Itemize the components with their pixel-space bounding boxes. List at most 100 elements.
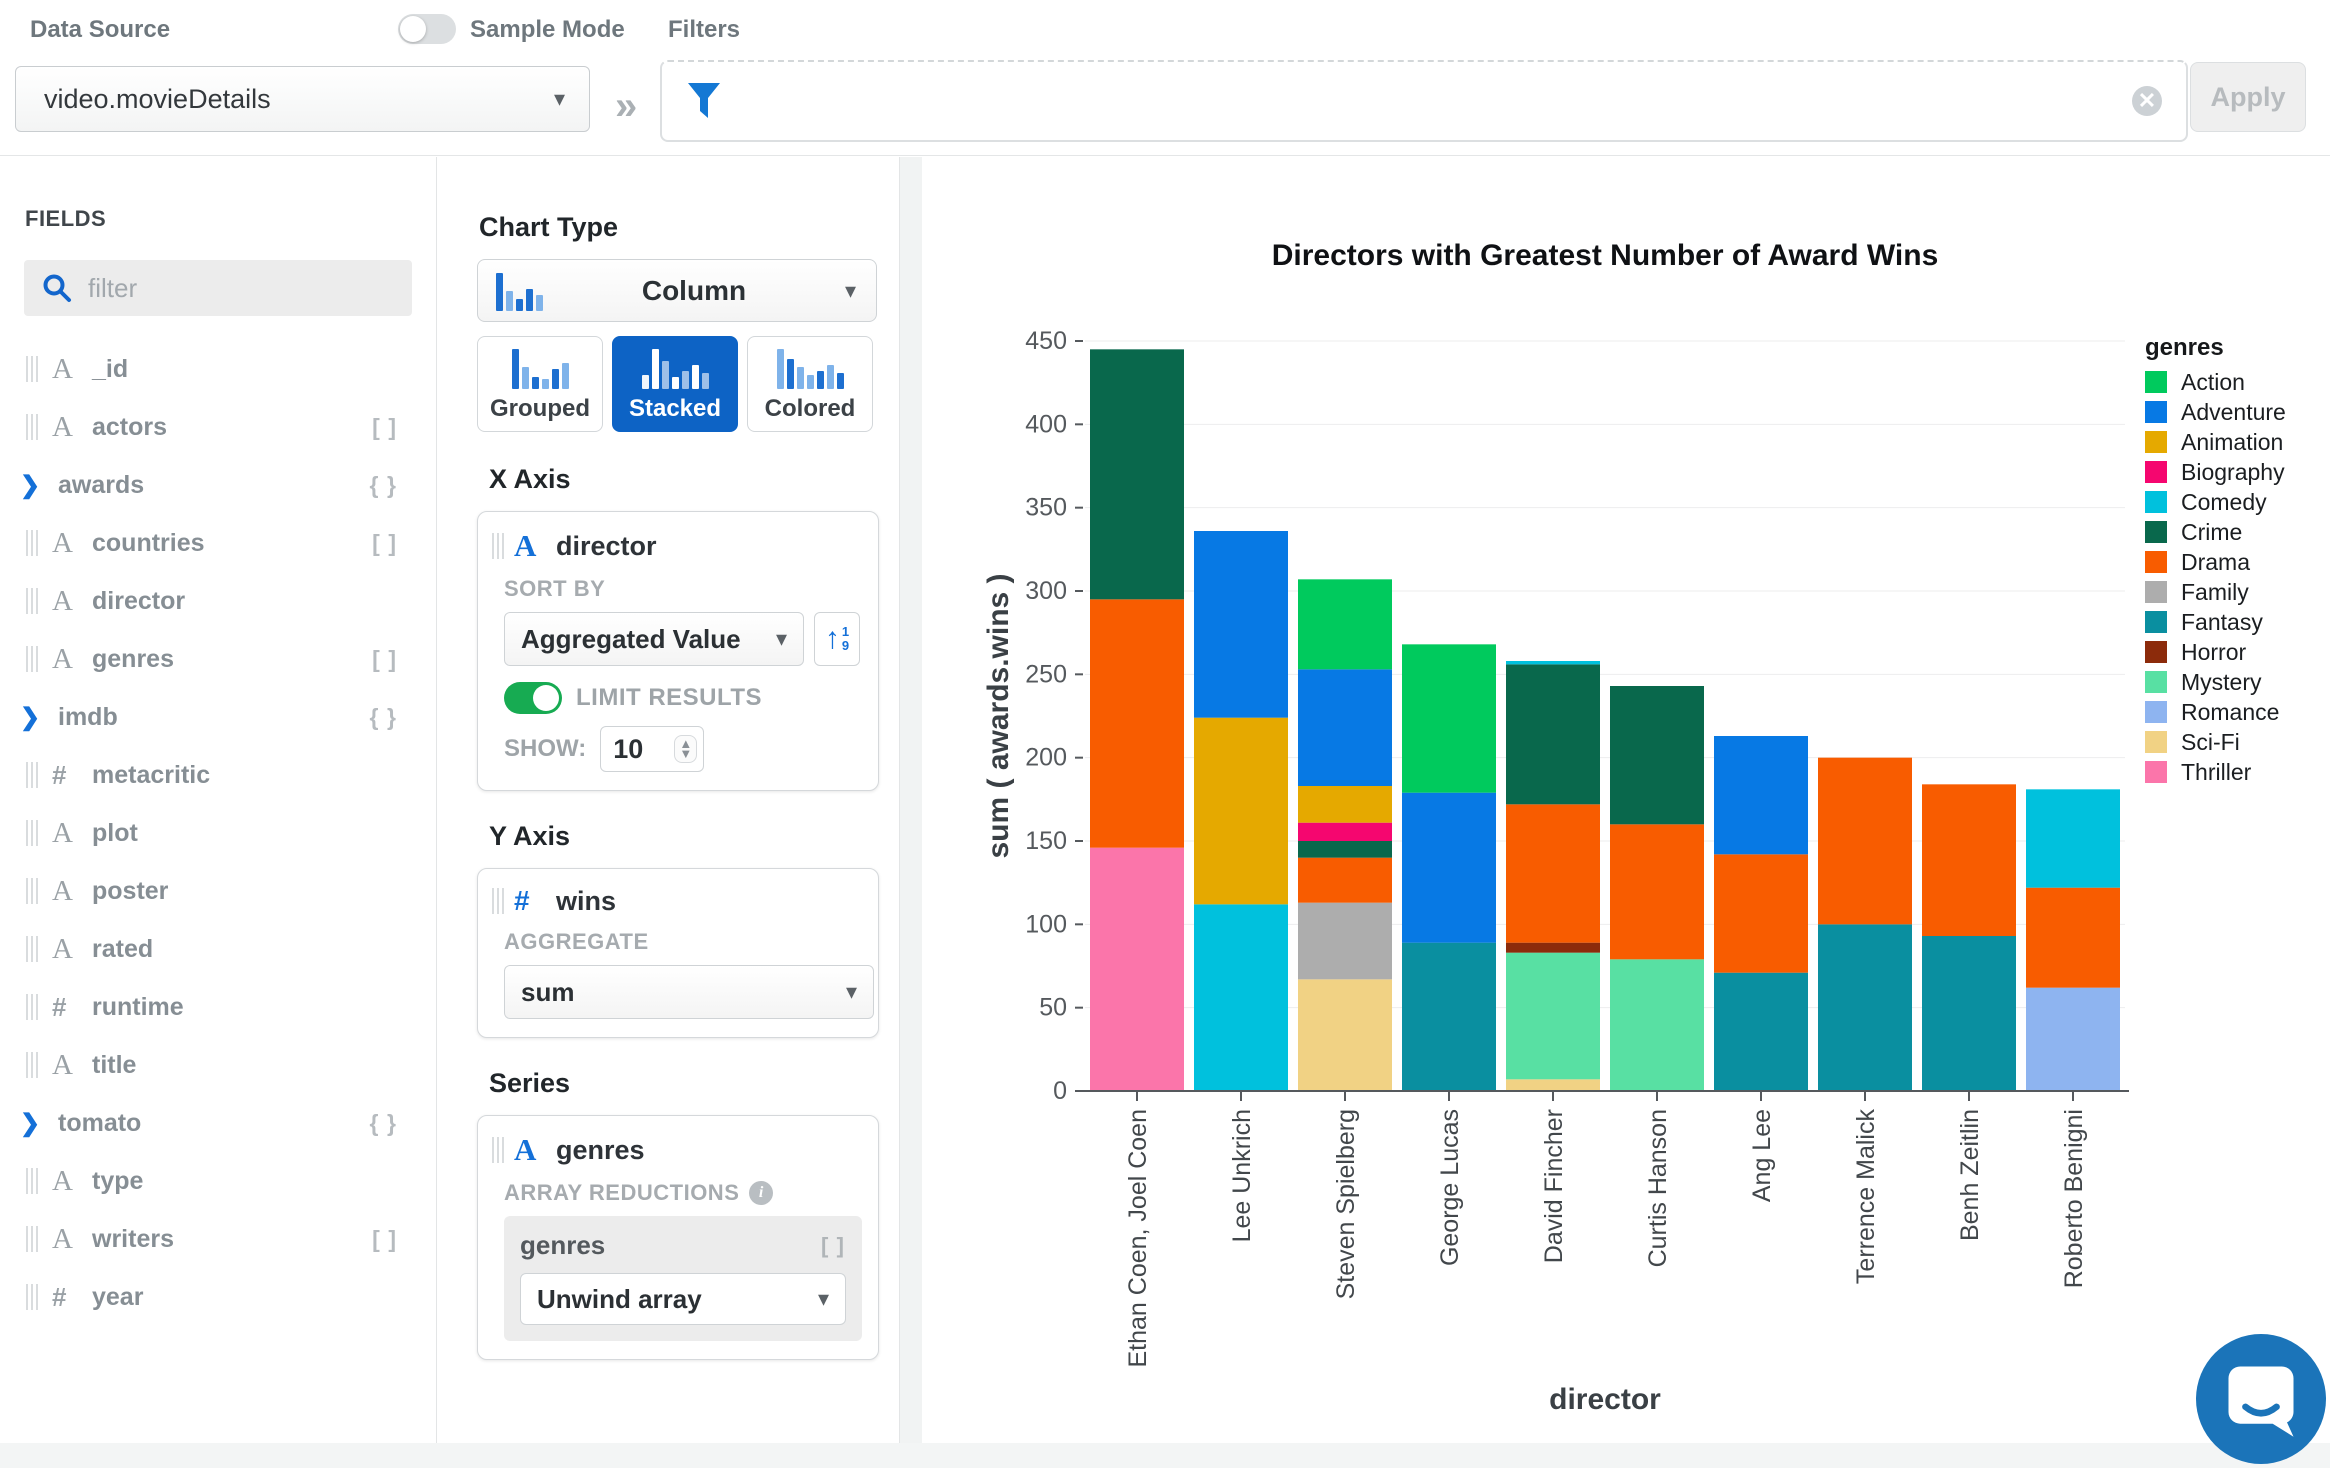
field-row-director[interactable]: Adirector xyxy=(0,572,436,630)
bottom-scrollbar-track[interactable] xyxy=(0,1443,2330,1468)
legend-swatch-Action[interactable] xyxy=(2145,371,2167,393)
field-row-_id[interactable]: A_id xyxy=(0,340,436,398)
limit-results-toggle[interactable] xyxy=(504,682,562,714)
field-row-rated[interactable]: Arated xyxy=(0,920,436,978)
show-count-input[interactable] xyxy=(613,734,663,765)
chart-type-select[interactable]: Column ▾ xyxy=(477,259,877,322)
field-row-countries[interactable]: Acountries[ ] xyxy=(0,514,436,572)
bar-segment-Family[interactable] xyxy=(1298,903,1392,980)
bar-segment-Drama[interactable] xyxy=(1714,854,1808,972)
bar-segment-Adventure[interactable] xyxy=(1714,736,1808,854)
y-axis-field-row[interactable]: # wins xyxy=(492,885,860,917)
legend-swatch-Crime[interactable] xyxy=(2145,521,2167,543)
bar-segment-Adventure[interactable] xyxy=(1298,669,1392,786)
drag-handle-icon[interactable] xyxy=(492,1137,504,1163)
reduction-select[interactable]: Unwind array ▾ xyxy=(520,1273,846,1325)
bar-segment-Crime[interactable] xyxy=(1090,349,1184,599)
bar-segment-Comedy[interactable] xyxy=(1506,661,1600,664)
panel-divider[interactable] xyxy=(900,157,922,1443)
field-row-plot[interactable]: Aplot xyxy=(0,804,436,862)
drag-handle-icon[interactable] xyxy=(492,533,504,559)
drag-handle-icon[interactable] xyxy=(26,530,38,556)
data-source-select[interactable]: video.movieDetails ▾ xyxy=(15,66,590,132)
drag-handle-icon[interactable] xyxy=(26,588,38,614)
collapse-chevrons-icon[interactable]: » xyxy=(615,84,637,129)
info-icon[interactable]: i xyxy=(749,1181,773,1205)
drag-handle-icon[interactable] xyxy=(26,1226,38,1252)
bar-segment-Mystery[interactable] xyxy=(1506,953,1600,1080)
stepper-arrows-icon[interactable]: ▲▼ xyxy=(674,735,697,764)
field-row-poster[interactable]: Aposter xyxy=(0,862,436,920)
legend-swatch-Biography[interactable] xyxy=(2145,461,2167,483)
legend-swatch-Thriller[interactable] xyxy=(2145,761,2167,783)
apply-button[interactable]: Apply xyxy=(2190,62,2306,132)
stacked-mode-button[interactable]: Stacked xyxy=(612,336,738,432)
legend-swatch-Family[interactable] xyxy=(2145,581,2167,603)
grouped-mode-button[interactable]: Grouped xyxy=(477,336,603,432)
bar-segment-Comedy[interactable] xyxy=(1194,904,1288,1091)
sort-by-select[interactable]: Aggregated Value ▾ xyxy=(504,612,804,666)
fields-search-input[interactable] xyxy=(88,273,423,304)
drag-handle-icon[interactable] xyxy=(26,936,38,962)
field-row-tomato[interactable]: ❯tomato{ } xyxy=(0,1094,436,1152)
sample-mode-toggle[interactable] xyxy=(398,14,456,44)
legend-swatch-Horror[interactable] xyxy=(2145,641,2167,663)
bar-segment-Action[interactable] xyxy=(1298,579,1392,669)
legend-swatch-Romance[interactable] xyxy=(2145,701,2167,723)
field-row-runtime[interactable]: #runtime xyxy=(0,978,436,1036)
chevron-right-icon[interactable]: ❯ xyxy=(18,703,58,732)
chevron-right-icon[interactable]: ❯ xyxy=(18,471,58,500)
drag-handle-icon[interactable] xyxy=(26,1052,38,1078)
bar-segment-Drama[interactable] xyxy=(1610,824,1704,959)
filter-input[interactable] xyxy=(744,86,2132,117)
bar-segment-Thriller[interactable] xyxy=(1090,848,1184,1091)
legend-swatch-Mystery[interactable] xyxy=(2145,671,2167,693)
field-row-writers[interactable]: Awriters[ ] xyxy=(0,1210,436,1268)
field-row-awards[interactable]: ❯awards{ } xyxy=(0,456,436,514)
drag-handle-icon[interactable] xyxy=(26,878,38,904)
bar-segment-Adventure[interactable] xyxy=(1194,531,1288,718)
bar-segment-Fantasy[interactable] xyxy=(1818,924,1912,1091)
drag-handle-icon[interactable] xyxy=(26,762,38,788)
field-row-title[interactable]: Atitle xyxy=(0,1036,436,1094)
legend-swatch-Comedy[interactable] xyxy=(2145,491,2167,513)
bar-segment-Fantasy[interactable] xyxy=(1922,936,2016,1091)
drag-handle-icon[interactable] xyxy=(26,1284,38,1310)
bar-segment-Biography[interactable] xyxy=(1298,823,1392,841)
field-row-actors[interactable]: Aactors[ ] xyxy=(0,398,436,456)
drag-handle-icon[interactable] xyxy=(26,1168,38,1194)
bar-segment-Sci-Fi[interactable] xyxy=(1298,979,1392,1091)
bar-segment-Romance[interactable] xyxy=(2026,988,2120,1091)
bar-segment-Crime[interactable] xyxy=(1506,664,1600,804)
bar-segment-Drama[interactable] xyxy=(1298,858,1392,903)
bar-segment-Adventure[interactable] xyxy=(1402,793,1496,943)
chat-launcher-button[interactable] xyxy=(2196,1334,2326,1464)
bar-segment-Drama[interactable] xyxy=(1922,784,2016,936)
drag-handle-icon[interactable] xyxy=(26,414,38,440)
chevron-right-icon[interactable]: ❯ xyxy=(18,1109,58,1138)
field-row-type[interactable]: Atype xyxy=(0,1152,436,1210)
drag-handle-icon[interactable] xyxy=(26,994,38,1020)
bar-segment-Drama[interactable] xyxy=(1090,599,1184,847)
bar-segment-Action[interactable] xyxy=(1402,644,1496,792)
bar-segment-Mystery[interactable] xyxy=(1610,959,1704,1091)
bar-segment-Animation[interactable] xyxy=(1194,718,1288,905)
bar-segment-Comedy[interactable] xyxy=(2026,789,2120,887)
bar-segment-Drama[interactable] xyxy=(1506,804,1600,942)
x-axis-field-row[interactable]: A director xyxy=(492,528,860,564)
legend-swatch-Drama[interactable] xyxy=(2145,551,2167,573)
legend-swatch-Fantasy[interactable] xyxy=(2145,611,2167,633)
legend-swatch-Sci-Fi[interactable] xyxy=(2145,731,2167,753)
legend-swatch-Adventure[interactable] xyxy=(2145,401,2167,423)
bar-segment-Sci-Fi[interactable] xyxy=(1506,1079,1600,1091)
field-row-year[interactable]: #year xyxy=(0,1268,436,1326)
bar-segment-Fantasy[interactable] xyxy=(1714,973,1808,1091)
filter-bar[interactable]: ✕ xyxy=(660,60,2188,142)
field-row-genres[interactable]: Agenres[ ] xyxy=(0,630,436,688)
bar-segment-Drama[interactable] xyxy=(2026,888,2120,988)
bar-segment-Drama[interactable] xyxy=(1818,758,1912,925)
fields-search-box[interactable] xyxy=(24,260,412,316)
field-row-imdb[interactable]: ❯imdb{ } xyxy=(0,688,436,746)
drag-handle-icon[interactable] xyxy=(26,356,38,382)
series-field-row[interactable]: A genres xyxy=(492,1132,860,1168)
